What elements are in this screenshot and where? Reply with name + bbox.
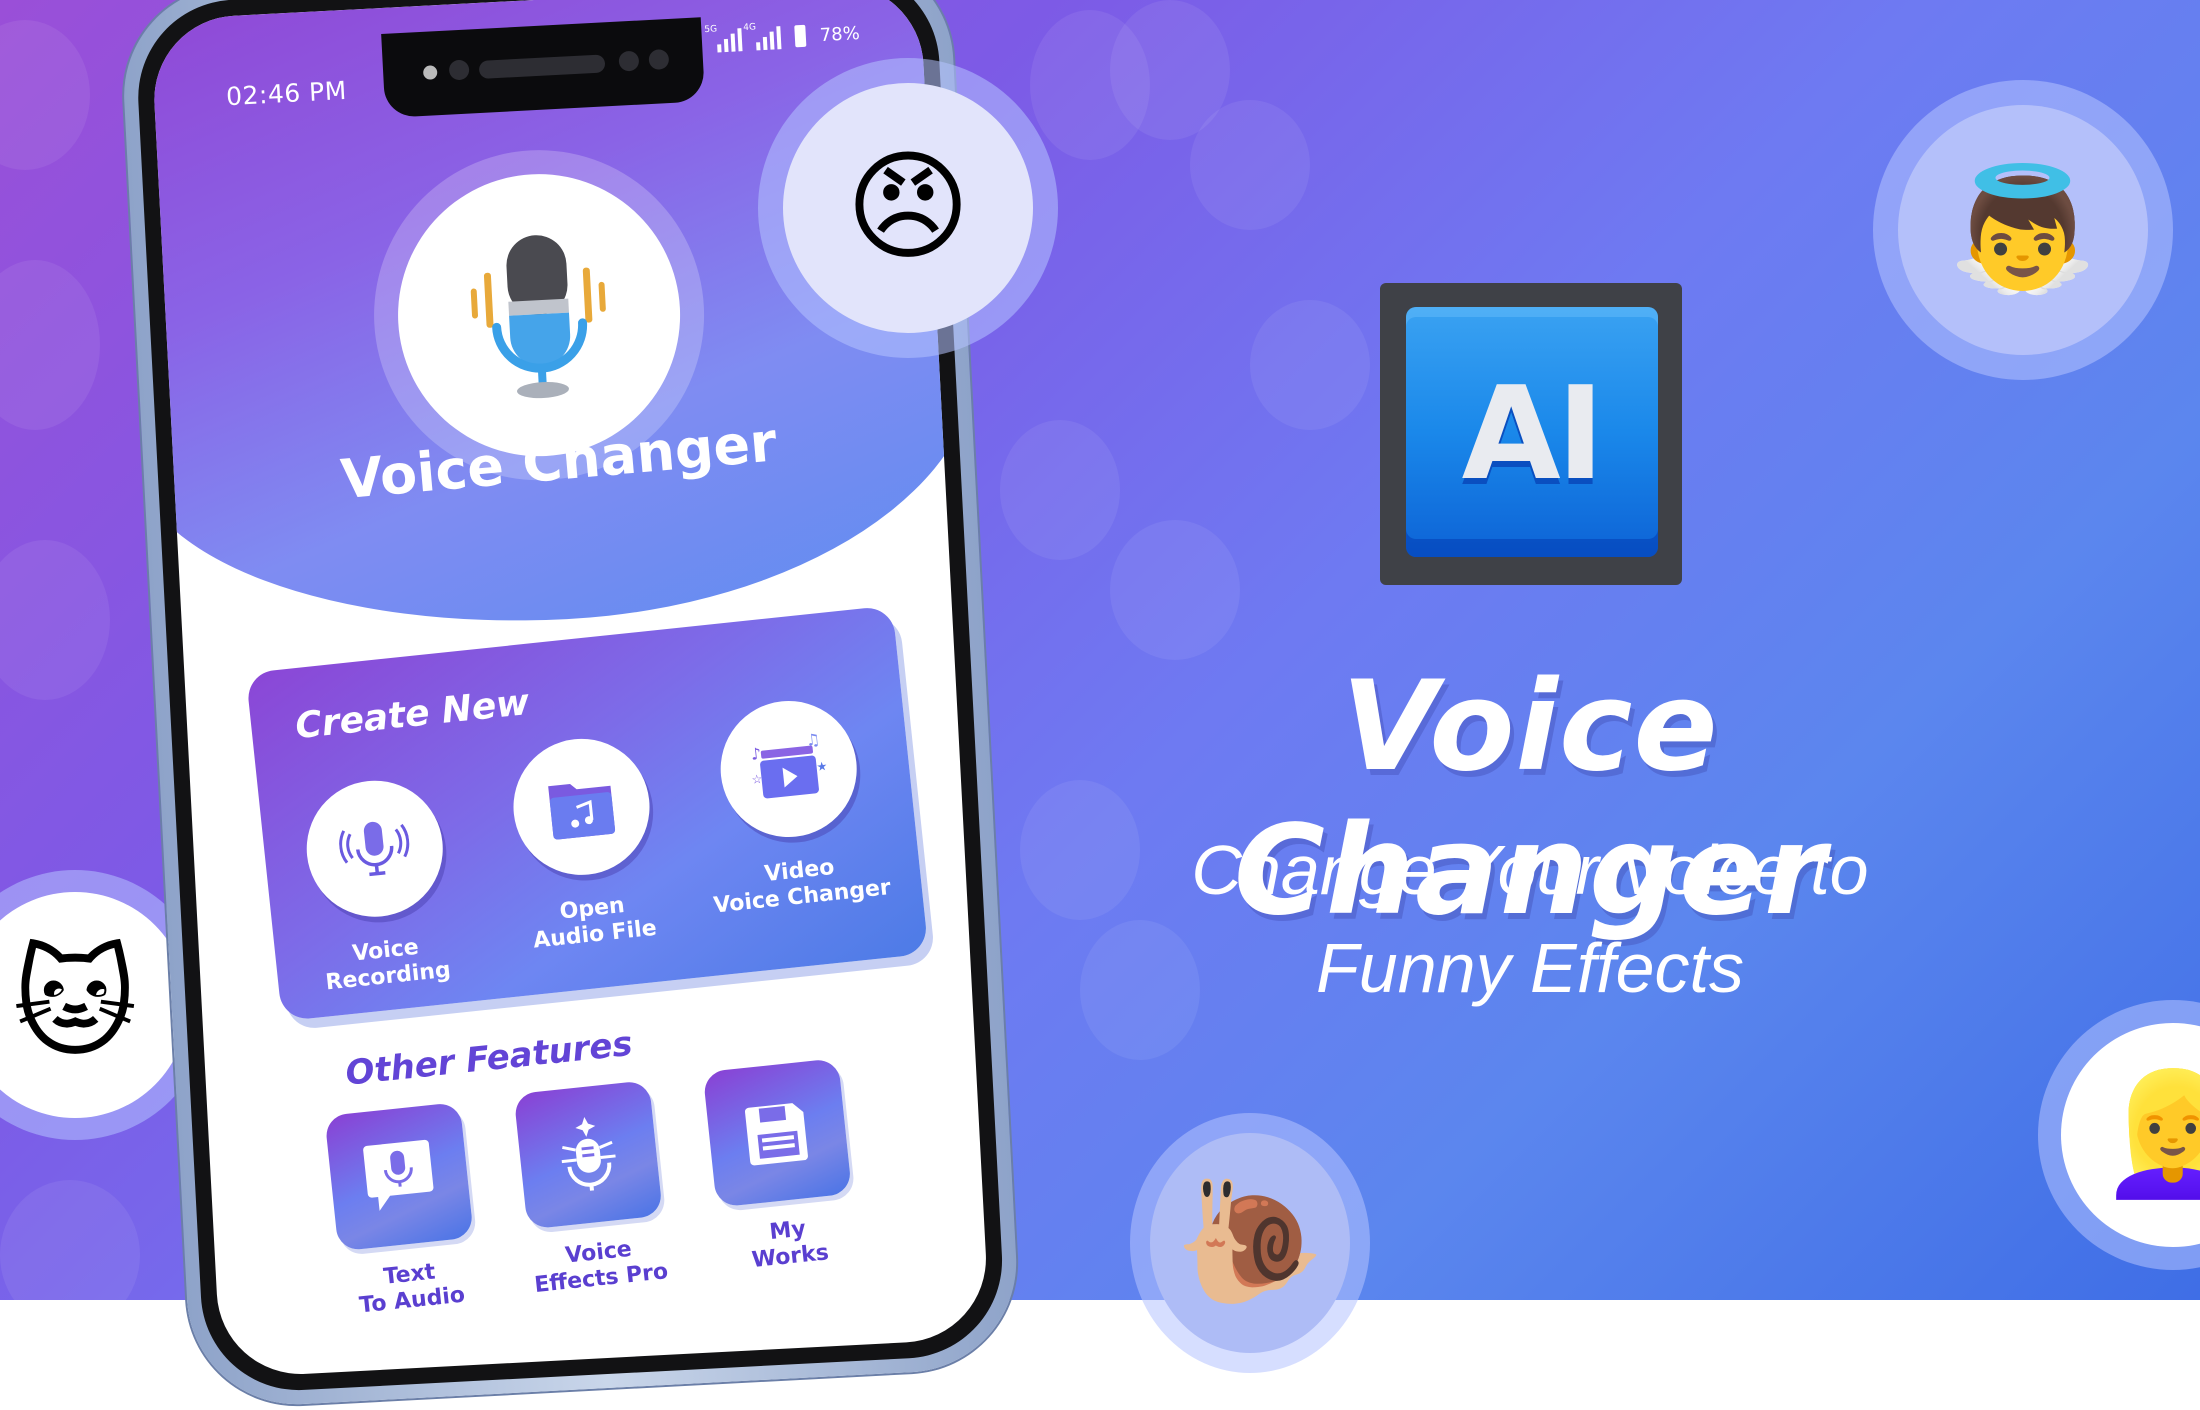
angel-baby-icon: 👼 (1898, 105, 2148, 355)
text-to-audio-label-2: To Audio (358, 1282, 467, 1319)
signal-5g-icon: 5G (704, 24, 743, 53)
video-play-icon: ♪ ♫ ☆ ★ (750, 730, 828, 799)
bg-avatar-pattern (1110, 520, 1240, 660)
my-works-label-1: My (768, 1216, 807, 1246)
create-new-card: Create New Voice Recording Open Audio Fi… (245, 605, 929, 1022)
svg-text:★: ★ (816, 759, 828, 774)
voice-recording-label-2: Recording (324, 957, 452, 996)
voice-effects-label-2: Effects Pro (533, 1259, 670, 1299)
sensor-icon (648, 49, 670, 71)
signal-4g-label: 4G (743, 22, 757, 34)
svg-text:♫: ♫ (805, 730, 821, 750)
girl-icon: 👱‍♀️ (2061, 1023, 2200, 1247)
angry-man-icon: 😠 (783, 83, 1033, 333)
snail-icon: 🐌 (1150, 1133, 1350, 1353)
promo-subtitle-line-2: Funny Effects (1316, 929, 1744, 1007)
bg-avatar-pattern (1000, 420, 1120, 560)
bg-avatar-pattern (0, 540, 110, 700)
snail-glyph: 🐌 (1175, 1173, 1325, 1312)
signal-4g-icon: 4G (743, 22, 782, 51)
my-works-label-2: Works (750, 1240, 831, 1274)
text-to-audio-button[interactable]: Text To Audio (303, 1100, 504, 1324)
ai-key-badge: AI (1380, 283, 1682, 585)
camera-icon (422, 65, 438, 80)
angry-man-glyph: 😠 (845, 138, 971, 277)
angel-baby-avatar: 👼 (1873, 80, 2173, 380)
svg-text:☆: ☆ (751, 772, 763, 787)
voice-recording-icon (339, 821, 410, 877)
angry-man-avatar: 😠 (758, 58, 1058, 358)
bg-avatar-pattern (1190, 100, 1310, 230)
svg-text:♪: ♪ (750, 744, 762, 764)
sensor-icon (448, 59, 470, 81)
battery-icon (794, 24, 807, 48)
bg-avatar-pattern (1250, 300, 1370, 430)
promo-subtitle-line-1: Change Your Voice to (1191, 831, 1869, 909)
open-audio-label-2: Audio File (532, 915, 658, 954)
voice-effects-icon (561, 1116, 616, 1191)
voice-effects-pro-button[interactable]: Voice Effects Pro (492, 1078, 693, 1302)
floppy-disk-icon (745, 1103, 808, 1166)
notch (381, 17, 706, 118)
angel-baby-glyph: 👼 (1948, 160, 2098, 299)
other-features-title: Other Features (343, 1023, 635, 1094)
voice-recording-button[interactable]: Voice Recording (268, 771, 489, 1001)
text-to-audio-icon (363, 1139, 434, 1211)
cat-glyph: 🐱 (12, 935, 138, 1074)
signal-5g-label: 5G (704, 24, 718, 36)
open-audio-file-button[interactable]: Open Audio File (475, 729, 696, 959)
bg-avatar-pattern (0, 20, 90, 170)
ai-key-label: AI (1461, 359, 1605, 509)
audio-folder-icon (548, 783, 616, 840)
video-voice-changer-button[interactable]: ♪ ♫ ☆ ★ Video Voice Changer (682, 691, 903, 921)
bg-avatar-pattern (0, 260, 100, 430)
battery-percent: 78% (819, 22, 861, 46)
sensor-icon (618, 50, 640, 72)
girl-glyph: 👱‍♀️ (2098, 1065, 2200, 1204)
cat-icon: 🐱 (0, 892, 188, 1118)
create-new-title: Create New (293, 681, 532, 748)
speaker-grille (478, 54, 606, 79)
microphone-icon (470, 235, 606, 399)
bg-avatar-pattern (0, 1180, 140, 1330)
snail-avatar: 🐌 (1130, 1113, 1370, 1373)
my-works-button[interactable]: My Works (681, 1056, 882, 1280)
